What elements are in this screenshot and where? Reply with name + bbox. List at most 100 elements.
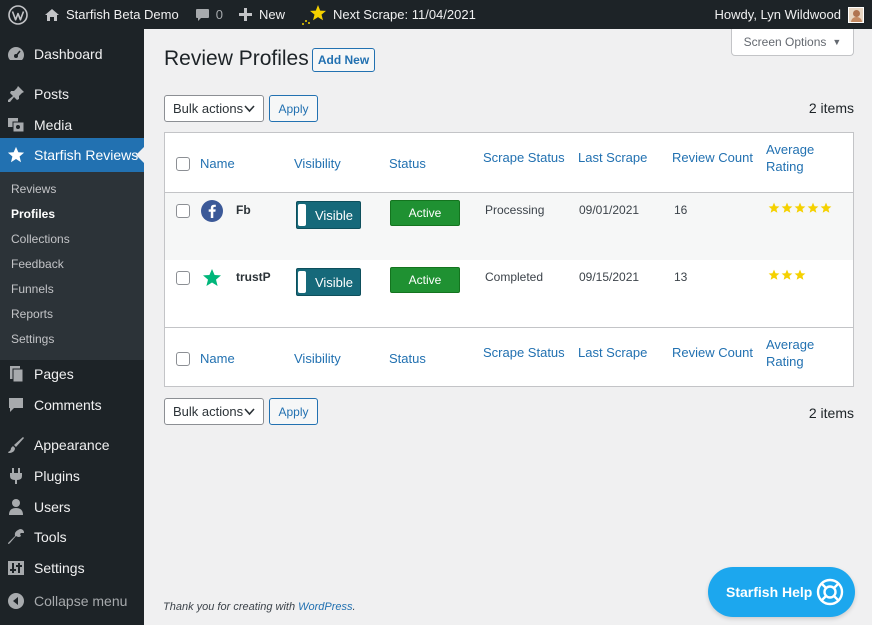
admin-sidebar: Dashboard Posts Media Starfish Reviews R… xyxy=(0,29,144,625)
submenu-item-settings[interactable]: Settings xyxy=(11,332,54,346)
column-review-count[interactable]: Review Count xyxy=(672,149,753,166)
column-name[interactable]: Name xyxy=(200,155,235,172)
visibility-label: Visible xyxy=(314,274,353,290)
scrape-status: Completed xyxy=(485,270,544,284)
select-all-checkbox-bottom[interactable] xyxy=(176,352,190,366)
column-scrape-status[interactable]: Scrape Status xyxy=(483,149,565,166)
column-last-scrape[interactable]: Last Scrape xyxy=(578,344,647,361)
next-scrape-link[interactable]: Next Scrape: 11/04/2021 xyxy=(293,0,484,29)
review-count: 13 xyxy=(674,270,688,284)
submenu-item-collections[interactable]: Collections xyxy=(11,232,70,246)
select-all-checkbox-top[interactable] xyxy=(176,157,190,171)
wordpress-logo[interactable] xyxy=(0,0,36,29)
wrench-icon xyxy=(0,528,34,546)
site-name-link[interactable]: Starfish Beta Demo xyxy=(36,0,187,29)
footer-text: Thank you for creating with xyxy=(163,601,299,613)
review-count: 16 xyxy=(674,203,688,217)
sidebar-item-pages[interactable]: Pages xyxy=(0,357,144,391)
lifebuoy-icon xyxy=(816,578,844,606)
rating-stars xyxy=(768,269,807,281)
column-status[interactable]: Status xyxy=(389,155,426,172)
sidebar-item-label: Tools xyxy=(34,529,67,545)
apply-button-top[interactable]: Apply xyxy=(269,95,318,122)
star-icon xyxy=(794,269,806,280)
visibility-toggle[interactable]: Visible xyxy=(296,201,361,229)
site-name: Starfish Beta Demo xyxy=(66,7,179,22)
comment-icon xyxy=(0,396,34,414)
profiles-table: Name Visibility Status Scrape Status Las… xyxy=(164,132,854,387)
column-average-rating[interactable]: Average Rating xyxy=(766,141,814,175)
user-icon xyxy=(0,498,34,516)
new-content-link[interactable]: New xyxy=(231,0,293,29)
avatar xyxy=(848,6,864,23)
sidebar-item-dashboard[interactable]: Dashboard xyxy=(0,37,144,71)
new-label: New xyxy=(258,7,285,22)
sidebar-item-comments[interactable]: Comments xyxy=(0,388,144,422)
page-title: Review Profiles xyxy=(164,47,309,70)
items-count-bottom: 2 items xyxy=(808,405,854,421)
plus-icon xyxy=(238,8,252,21)
column-last-scrape[interactable]: Last Scrape xyxy=(578,149,647,166)
status-badge[interactable]: Active xyxy=(390,267,460,293)
sidebar-item-users[interactable]: Users xyxy=(0,490,144,524)
submenu-item-profiles[interactable]: Profiles xyxy=(11,207,55,221)
star-icon xyxy=(781,269,793,280)
sidebar-item-starfish-reviews[interactable]: Starfish Reviews xyxy=(0,138,144,172)
column-visibility[interactable]: Visibility xyxy=(294,350,341,367)
last-scrape: 09/15/2021 xyxy=(579,270,640,284)
submenu-item-reports[interactable]: Reports xyxy=(11,307,53,321)
column-average-line2: Rating xyxy=(766,354,804,369)
starfish-submenu: Reviews Profiles Collections Feedback Fu… xyxy=(0,172,144,360)
wordpress-link[interactable]: WordPress xyxy=(298,601,352,613)
sidebar-item-media[interactable]: Media xyxy=(0,108,144,142)
account-menu[interactable]: Howdy, Lyn Wildwood xyxy=(707,0,872,29)
sidebar-item-posts[interactable]: Posts xyxy=(0,77,144,111)
sidebar-item-label: Comments xyxy=(34,397,102,413)
comments-link[interactable]: 0 xyxy=(187,0,231,29)
main-content: Screen Options ▼ Review Profiles Add New… xyxy=(144,29,872,625)
column-average-line2: Rating xyxy=(766,159,804,174)
sidebar-item-settings[interactable]: Settings xyxy=(0,551,144,585)
column-status[interactable]: Status xyxy=(389,350,426,367)
column-visibility[interactable]: Visibility xyxy=(294,155,341,172)
scrape-status: Processing xyxy=(485,203,545,217)
pin-icon xyxy=(0,85,34,103)
screen-options-button[interactable]: Screen Options ▼ xyxy=(731,29,854,56)
row-checkbox[interactable] xyxy=(176,204,190,218)
visibility-toggle[interactable]: Visible xyxy=(296,268,361,296)
column-review-count[interactable]: Review Count xyxy=(672,344,753,361)
sliders-icon xyxy=(0,559,34,577)
bulk-actions-select-top[interactable]: Bulk actions xyxy=(164,95,264,122)
sidebar-item-label: Pages xyxy=(34,366,74,382)
submenu-item-funnels[interactable]: Funnels xyxy=(11,282,54,296)
media-icon xyxy=(0,116,34,134)
bulk-actions-select-bottom[interactable]: Bulk actions xyxy=(164,398,264,425)
add-new-button[interactable]: Add New xyxy=(312,48,375,72)
profile-name[interactable]: trustP xyxy=(236,270,271,284)
profile-name[interactable]: Fb xyxy=(236,203,251,217)
star-icon xyxy=(768,269,780,280)
table-header: Name Visibility Status Scrape Status Las… xyxy=(165,133,853,193)
sidebar-item-label: Plugins xyxy=(34,468,80,484)
column-average-rating[interactable]: Average Rating xyxy=(766,336,814,370)
page-icon xyxy=(0,365,34,383)
toggle-knob xyxy=(298,271,306,293)
submenu-item-reviews[interactable]: Reviews xyxy=(11,182,56,196)
sidebar-item-appearance[interactable]: Appearance xyxy=(0,428,144,462)
wordpress-icon xyxy=(8,4,28,25)
status-badge[interactable]: Active xyxy=(390,200,460,226)
collapse-menu-label: Collapse menu xyxy=(34,593,128,609)
sidebar-item-plugins[interactable]: Plugins xyxy=(0,459,144,493)
submenu-item-feedback[interactable]: Feedback xyxy=(11,257,64,271)
row-checkbox[interactable] xyxy=(176,271,190,285)
collapse-arrow-icon xyxy=(0,592,34,610)
column-name[interactable]: Name xyxy=(200,350,235,367)
apply-button-bottom[interactable]: Apply xyxy=(269,398,318,425)
collapse-menu-button[interactable]: Collapse menu xyxy=(0,584,144,618)
rating-stars xyxy=(768,202,833,214)
starfish-help-button[interactable]: Starfish Help xyxy=(708,567,855,617)
star-icon xyxy=(820,202,832,213)
sidebar-item-tools[interactable]: Tools xyxy=(0,520,144,554)
help-label: Starfish Help xyxy=(726,584,813,600)
column-scrape-status[interactable]: Scrape Status xyxy=(483,344,565,361)
